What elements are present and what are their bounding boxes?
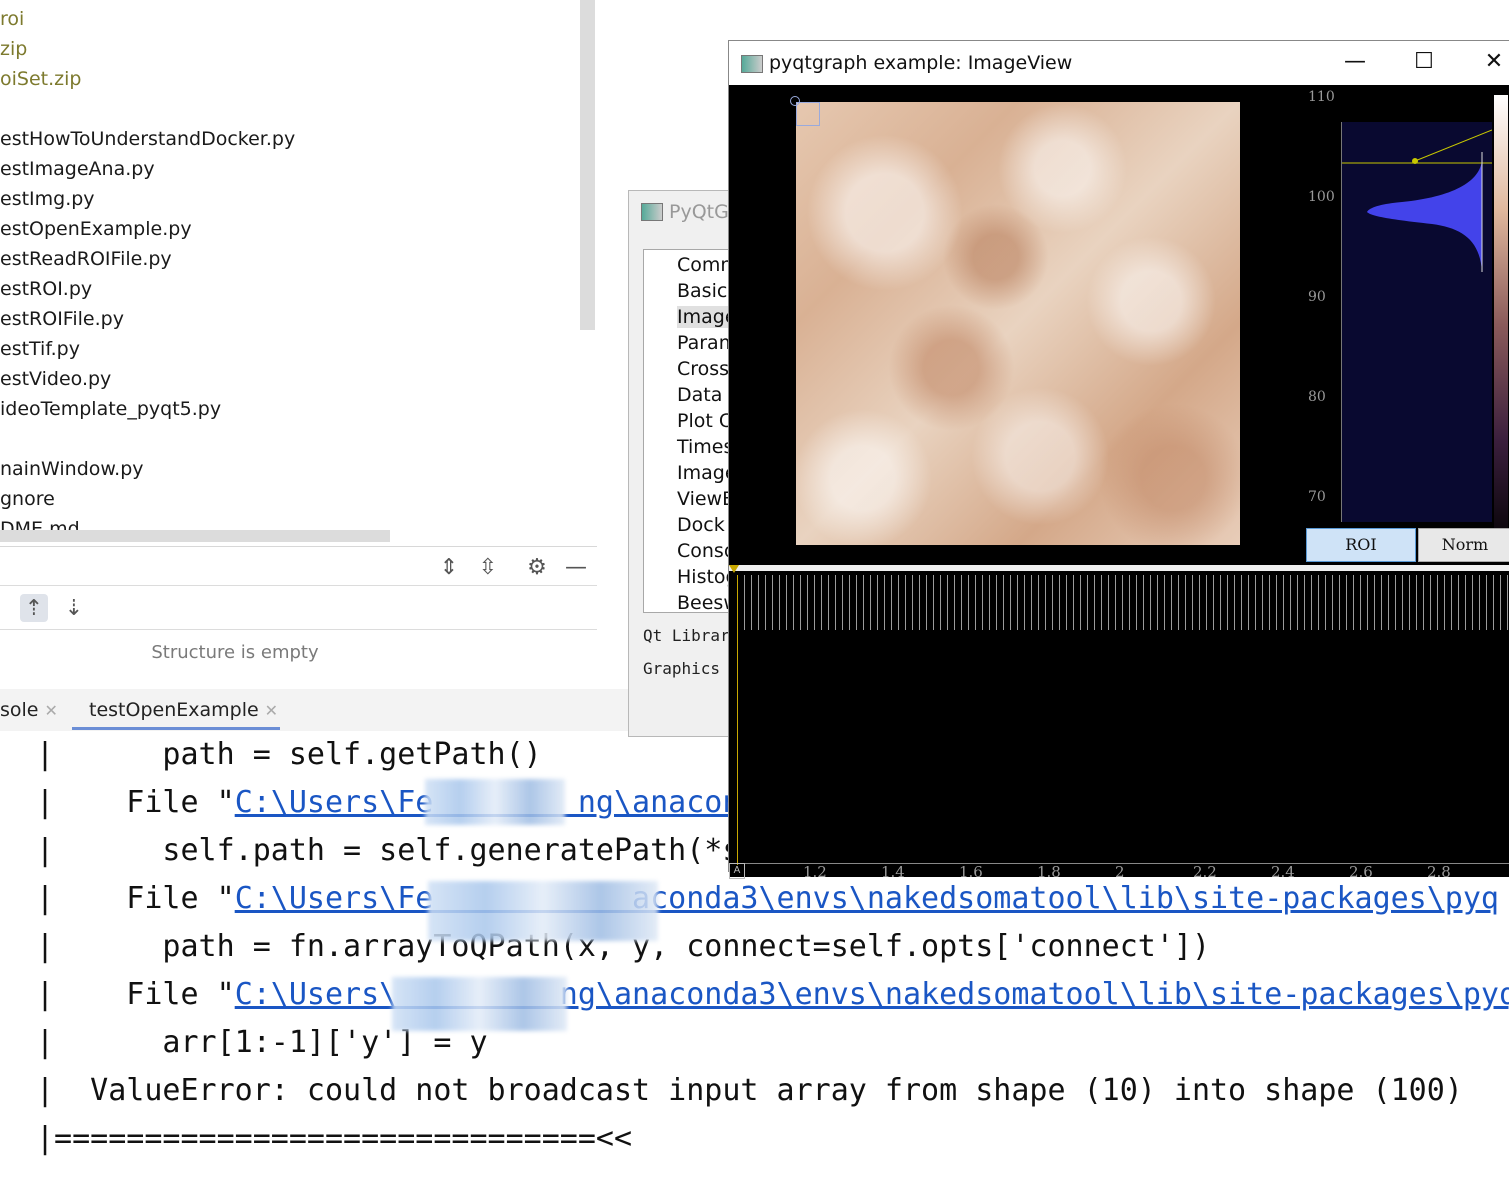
minimize-button[interactable]: — bbox=[1335, 49, 1375, 77]
plot-x-tick: 1.8 bbox=[1037, 863, 1061, 881]
plot-data-lines bbox=[737, 575, 1509, 630]
console-line: | File "C:\Users\ ng\anaconda3\envs\nake… bbox=[36, 971, 1509, 1019]
gear-icon[interactable]: ⚙ bbox=[523, 553, 551, 581]
imageview-window[interactable]: pyqtgraph example: ImageView — ☐ ✕ 110 1… bbox=[728, 40, 1509, 881]
window-app-icon bbox=[741, 55, 763, 73]
tree-item[interactable]: estROIFile.py bbox=[0, 304, 124, 334]
tab-label: sole bbox=[0, 699, 39, 721]
tab-label: testOpenExample bbox=[89, 699, 259, 721]
window-app-icon bbox=[641, 203, 663, 221]
plot-x-tick: 1.2 bbox=[803, 863, 827, 881]
roi-box[interactable] bbox=[796, 102, 820, 126]
structure-panel: ⇕ ⇳ ⚙ — ⇡ ⇣ Structure is empty bbox=[0, 546, 597, 689]
examples-window-title: PyQtGr bbox=[669, 201, 737, 223]
roi-rotate-handle[interactable] bbox=[790, 96, 800, 106]
structure-empty-text: Structure is empty bbox=[151, 642, 319, 663]
tree-item[interactable]: roi bbox=[0, 4, 24, 34]
active-tab-indicator bbox=[72, 727, 280, 730]
sort-down-icon[interactable]: ⇣ bbox=[60, 594, 88, 622]
close-button[interactable]: ✕ bbox=[1474, 49, 1509, 77]
hist-tick: 70 bbox=[1308, 489, 1326, 505]
roi-button[interactable]: ROI bbox=[1306, 528, 1416, 562]
tree-item[interactable]: gnore bbox=[0, 484, 55, 514]
graphics-system-label: Graphics S bbox=[643, 659, 740, 678]
hist-tick: 90 bbox=[1308, 289, 1326, 305]
console-line-text: |==============================<< bbox=[36, 1121, 633, 1156]
examples-list-item[interactable]: Conso bbox=[677, 540, 735, 562]
plot-x-tick: 2.4 bbox=[1271, 863, 1295, 881]
divider bbox=[0, 585, 597, 586]
console-line-text: | File " bbox=[36, 881, 235, 916]
tree-item[interactable]: estOpenExample.py bbox=[0, 214, 192, 244]
console-line: | File "C:\Users\Fe aconda3\envs\nakedso… bbox=[36, 875, 1499, 923]
console-line-text: | self.path = self.generatePath(*s bbox=[36, 833, 741, 868]
close-icon[interactable]: ✕ bbox=[45, 701, 58, 720]
tree-vertical-scrollbar[interactable] bbox=[580, 0, 595, 330]
tree-item[interactable]: zip bbox=[0, 34, 27, 64]
tree-item[interactable]: oiSet.zip bbox=[0, 64, 81, 94]
window-title: pyqtgraph example: ImageView bbox=[769, 52, 1073, 74]
close-icon[interactable]: ✕ bbox=[265, 701, 278, 720]
norm-button[interactable]: Norm bbox=[1418, 528, 1509, 562]
tab-testopenexample[interactable]: testOpenExample ✕ bbox=[89, 699, 278, 721]
console-line: | path = self.getPath() bbox=[36, 731, 542, 779]
tree-item[interactable]: estVideo.py bbox=[0, 364, 111, 394]
hist-tick: 110 bbox=[1308, 89, 1335, 105]
tree-item[interactable]: estHowToUnderstandDocker.py bbox=[0, 124, 295, 154]
plot-x-tick: 1.6 bbox=[959, 863, 983, 881]
histogram-panel[interactable]: 110 100 90 80 70 bbox=[1304, 85, 1509, 565]
image-view[interactable] bbox=[796, 102, 1240, 545]
time-line-marker[interactable] bbox=[737, 575, 738, 865]
divider bbox=[0, 629, 597, 630]
plot-x-tick: 1.4 bbox=[881, 863, 905, 881]
console-line-text: | File " bbox=[36, 977, 235, 1012]
plot-x-tick: 2.6 bbox=[1349, 863, 1373, 881]
tree-item[interactable]: ideoTemplate_pyqt5.py bbox=[0, 394, 221, 424]
roi-plot[interactable]: A 1.2 1.4 1.6 1.8 2 2.2 2.4 2.6 2.8 bbox=[729, 565, 1509, 881]
console-line: | File "C:\Users\Fe ng\anacond bbox=[36, 779, 758, 827]
tree-item[interactable]: estTif.py bbox=[0, 334, 80, 364]
hist-tick: 100 bbox=[1308, 189, 1335, 205]
examples-list-item[interactable]: Plot C bbox=[677, 410, 732, 432]
color-gradient-bar[interactable] bbox=[1494, 95, 1508, 555]
tree-item[interactable]: nainWindow.py bbox=[0, 454, 144, 484]
expand-all-icon[interactable]: ⇕ bbox=[435, 553, 463, 581]
console-file-link[interactable]: C:\Users\Fe aconda3\envs\nakedsomatool\l… bbox=[235, 881, 1499, 916]
tree-horizontal-scrollbar[interactable] bbox=[0, 530, 390, 542]
sort-up-icon[interactable]: ⇡ bbox=[20, 594, 48, 622]
console-line: | ValueError: could not broadcast input … bbox=[36, 1067, 1463, 1115]
tree-item[interactable]: estROI.py bbox=[0, 274, 92, 304]
hist-tick: 80 bbox=[1308, 389, 1326, 405]
console-line: |==============================<< bbox=[36, 1115, 632, 1163]
tree-item[interactable]: estReadROIFile.py bbox=[0, 244, 172, 274]
histogram-plot[interactable] bbox=[1341, 122, 1493, 555]
qt-library-label: Qt Library bbox=[643, 626, 740, 645]
console-line: | self.path = self.generatePath(*s bbox=[36, 827, 740, 875]
console-line-text: | File " bbox=[36, 785, 235, 820]
maximize-button[interactable]: ☐ bbox=[1404, 49, 1444, 77]
examples-window[interactable]: PyQtGr Comm Basic F Image Param Crossh Data S… bbox=[628, 190, 747, 737]
time-marker-top-icon bbox=[729, 565, 739, 573]
tab-console[interactable]: sole ✕ bbox=[0, 699, 58, 721]
redaction-blur bbox=[428, 881, 658, 941]
redaction-blur bbox=[392, 977, 567, 1031]
console-line-text: | ValueError: could not broadcast input … bbox=[36, 1073, 1463, 1108]
auto-range-icon[interactable]: A bbox=[729, 863, 745, 879]
examples-list-item[interactable]: ViewB bbox=[677, 488, 735, 510]
project-tree: roi zip oiSet.zip estHowToUnderstandDocker.… bbox=[0, 0, 597, 545]
window-titlebar[interactable]: pyqtgraph example: ImageView — ☐ ✕ bbox=[729, 41, 1509, 85]
plot-x-tick: 2.8 bbox=[1427, 863, 1451, 881]
collapse-all-icon[interactable]: ⇳ bbox=[474, 553, 502, 581]
console-line-text: | path = self.getPath() bbox=[36, 737, 542, 772]
tree-item[interactable]: estImg.py bbox=[0, 184, 95, 214]
redaction-blur bbox=[425, 779, 565, 825]
tree-item[interactable]: estImageAna.py bbox=[0, 154, 155, 184]
minimize-icon[interactable]: — bbox=[562, 553, 590, 581]
histogram-curve bbox=[1342, 129, 1493, 555]
plot-x-tick: 2 bbox=[1115, 863, 1125, 881]
plot-x-tick: 2.2 bbox=[1193, 863, 1217, 881]
